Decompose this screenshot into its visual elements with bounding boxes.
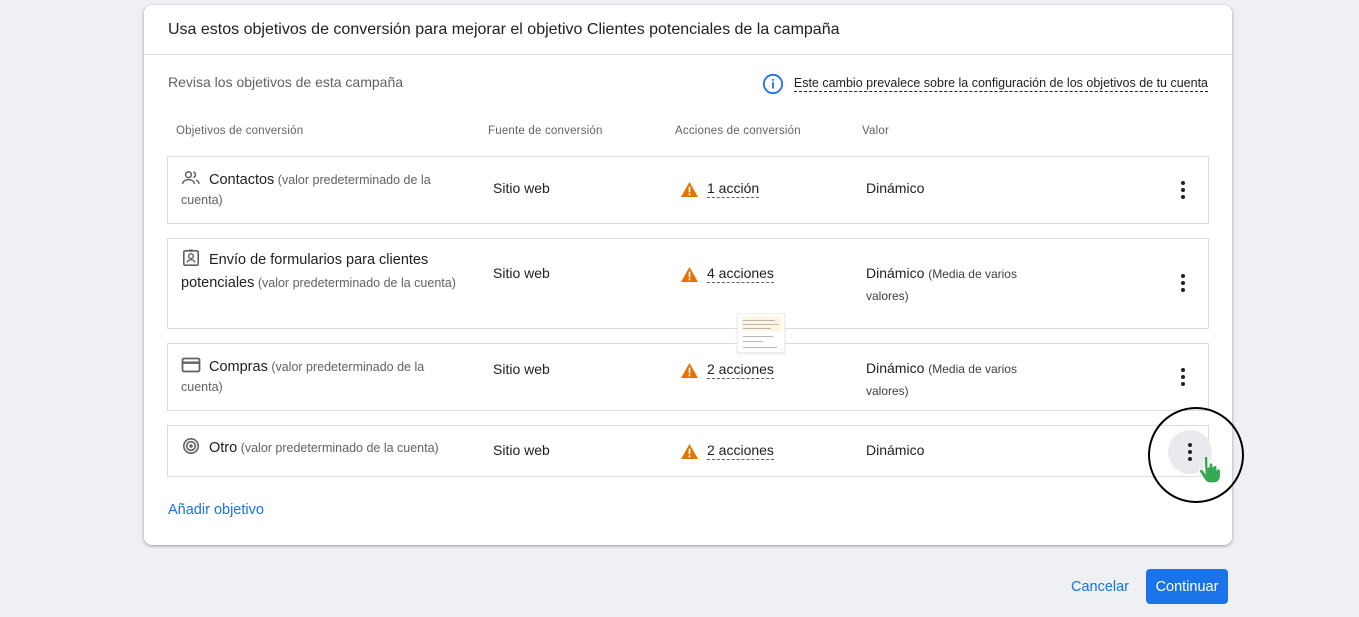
goal-row-compras: Compras (valor predeterminado de la cuen…: [167, 343, 1209, 411]
tooltip-line: [743, 324, 779, 325]
goal-row-otro: Otro (valor predeterminado de la cuenta)…: [167, 425, 1212, 477]
conversion-actions-link[interactable]: 2 acciones: [707, 442, 774, 460]
goal-row-contactos: Contactos (valor predeterminado de la cu…: [167, 156, 1209, 224]
goal-actions-cell: 2 acciones: [680, 442, 774, 460]
goal-actions-cell: 1 acción: [680, 180, 760, 198]
warning-icon: [681, 181, 698, 197]
account-override-notice: Este cambio prevalece sobre la configura…: [762, 73, 1208, 95]
dialog-title: Usa estos objetivos de conversión para m…: [168, 21, 840, 38]
more-vert-icon: [1181, 274, 1185, 292]
warning-icon: [681, 362, 698, 378]
tooltip-line: [743, 347, 777, 348]
goal-source: Sitio web: [493, 442, 550, 458]
header-value: Valor: [862, 125, 889, 137]
goal-value-cell: Dinámico: [866, 440, 1046, 461]
hand-cursor-icon: [1198, 456, 1222, 484]
tooltip-line: [743, 328, 771, 329]
goal-value: Dinámico: [866, 442, 925, 458]
credit-card-icon: [181, 357, 201, 373]
conversion-actions-link[interactable]: 4 acciones: [707, 265, 774, 283]
more-options-button[interactable]: [1168, 268, 1198, 298]
goal-name-cell: Contactos (valor predeterminado de la cu…: [181, 169, 461, 210]
notice-link[interactable]: Este cambio prevalece sobre la configura…: [793, 76, 1208, 92]
lead-form-icon: [182, 249, 200, 267]
goal-source: Sitio web: [493, 265, 550, 281]
header-source: Fuente de conversión: [488, 125, 603, 137]
goal-value: Dinámico: [866, 265, 925, 281]
tooltip-line: [743, 320, 775, 321]
tooltip-line: [743, 341, 763, 342]
goal-name-cell: Otro (valor predeterminado de la cuenta): [181, 437, 481, 458]
conversion-actions-link[interactable]: 2 acciones: [707, 361, 774, 379]
goal-note: (valor predeterminado de la cuenta): [257, 276, 456, 290]
target-icon: [182, 437, 200, 455]
cancel-button[interactable]: Cancelar: [1064, 569, 1136, 604]
more-vert-icon: [1181, 181, 1185, 199]
title-divider: [144, 54, 1232, 55]
header-actions: Acciones de conversión: [675, 125, 801, 137]
tooltip-preview: [737, 313, 785, 353]
goal-name-cell: Envío de formularios para clientes poten…: [181, 249, 461, 295]
goal-value-cell: Dinámico (Media de varios valores): [866, 263, 1046, 307]
goal-value: Dinámico: [866, 180, 925, 196]
review-label: Revisa los objetivos de esta campaña: [168, 74, 404, 90]
conversion-goals-dialog: Usa estos objetivos de conversión para m…: [144, 5, 1232, 545]
warning-icon: [681, 443, 698, 459]
info-icon: [762, 73, 783, 95]
goal-name: Otro: [209, 440, 238, 456]
goal-value-cell: Dinámico: [866, 178, 1046, 199]
conversion-actions-link[interactable]: 1 acción: [707, 180, 760, 198]
contacts-icon: [181, 171, 200, 184]
goal-source: Sitio web: [493, 361, 550, 377]
goal-name: Contactos: [209, 172, 275, 188]
continue-button[interactable]: Continuar: [1146, 569, 1228, 604]
more-options-button[interactable]: [1168, 175, 1198, 205]
goal-name-cell: Compras (valor predeterminado de la cuen…: [181, 356, 461, 397]
tooltip-line: [743, 336, 773, 337]
goal-source: Sitio web: [493, 180, 550, 196]
goal-actions-cell: 4 acciones: [680, 265, 774, 283]
click-highlight-ring: [1148, 407, 1244, 503]
goal-value-cell: Dinámico (Media de varios valores): [866, 358, 1046, 402]
more-options-button[interactable]: [1168, 362, 1198, 392]
goal-note: (valor predeterminado de la cuenta): [240, 441, 439, 455]
goal-value: Dinámico: [866, 360, 925, 376]
goal-row-formularios: Envío de formularios para clientes poten…: [167, 238, 1209, 329]
goal-actions-cell: 2 acciones: [680, 361, 774, 379]
add-goal-button[interactable]: Añadir objetivo: [168, 502, 264, 518]
goal-name: Compras: [209, 359, 268, 375]
more-vert-icon: [1181, 368, 1185, 386]
warning-icon: [681, 266, 698, 282]
header-goal: Objetivos de conversión: [176, 125, 304, 137]
